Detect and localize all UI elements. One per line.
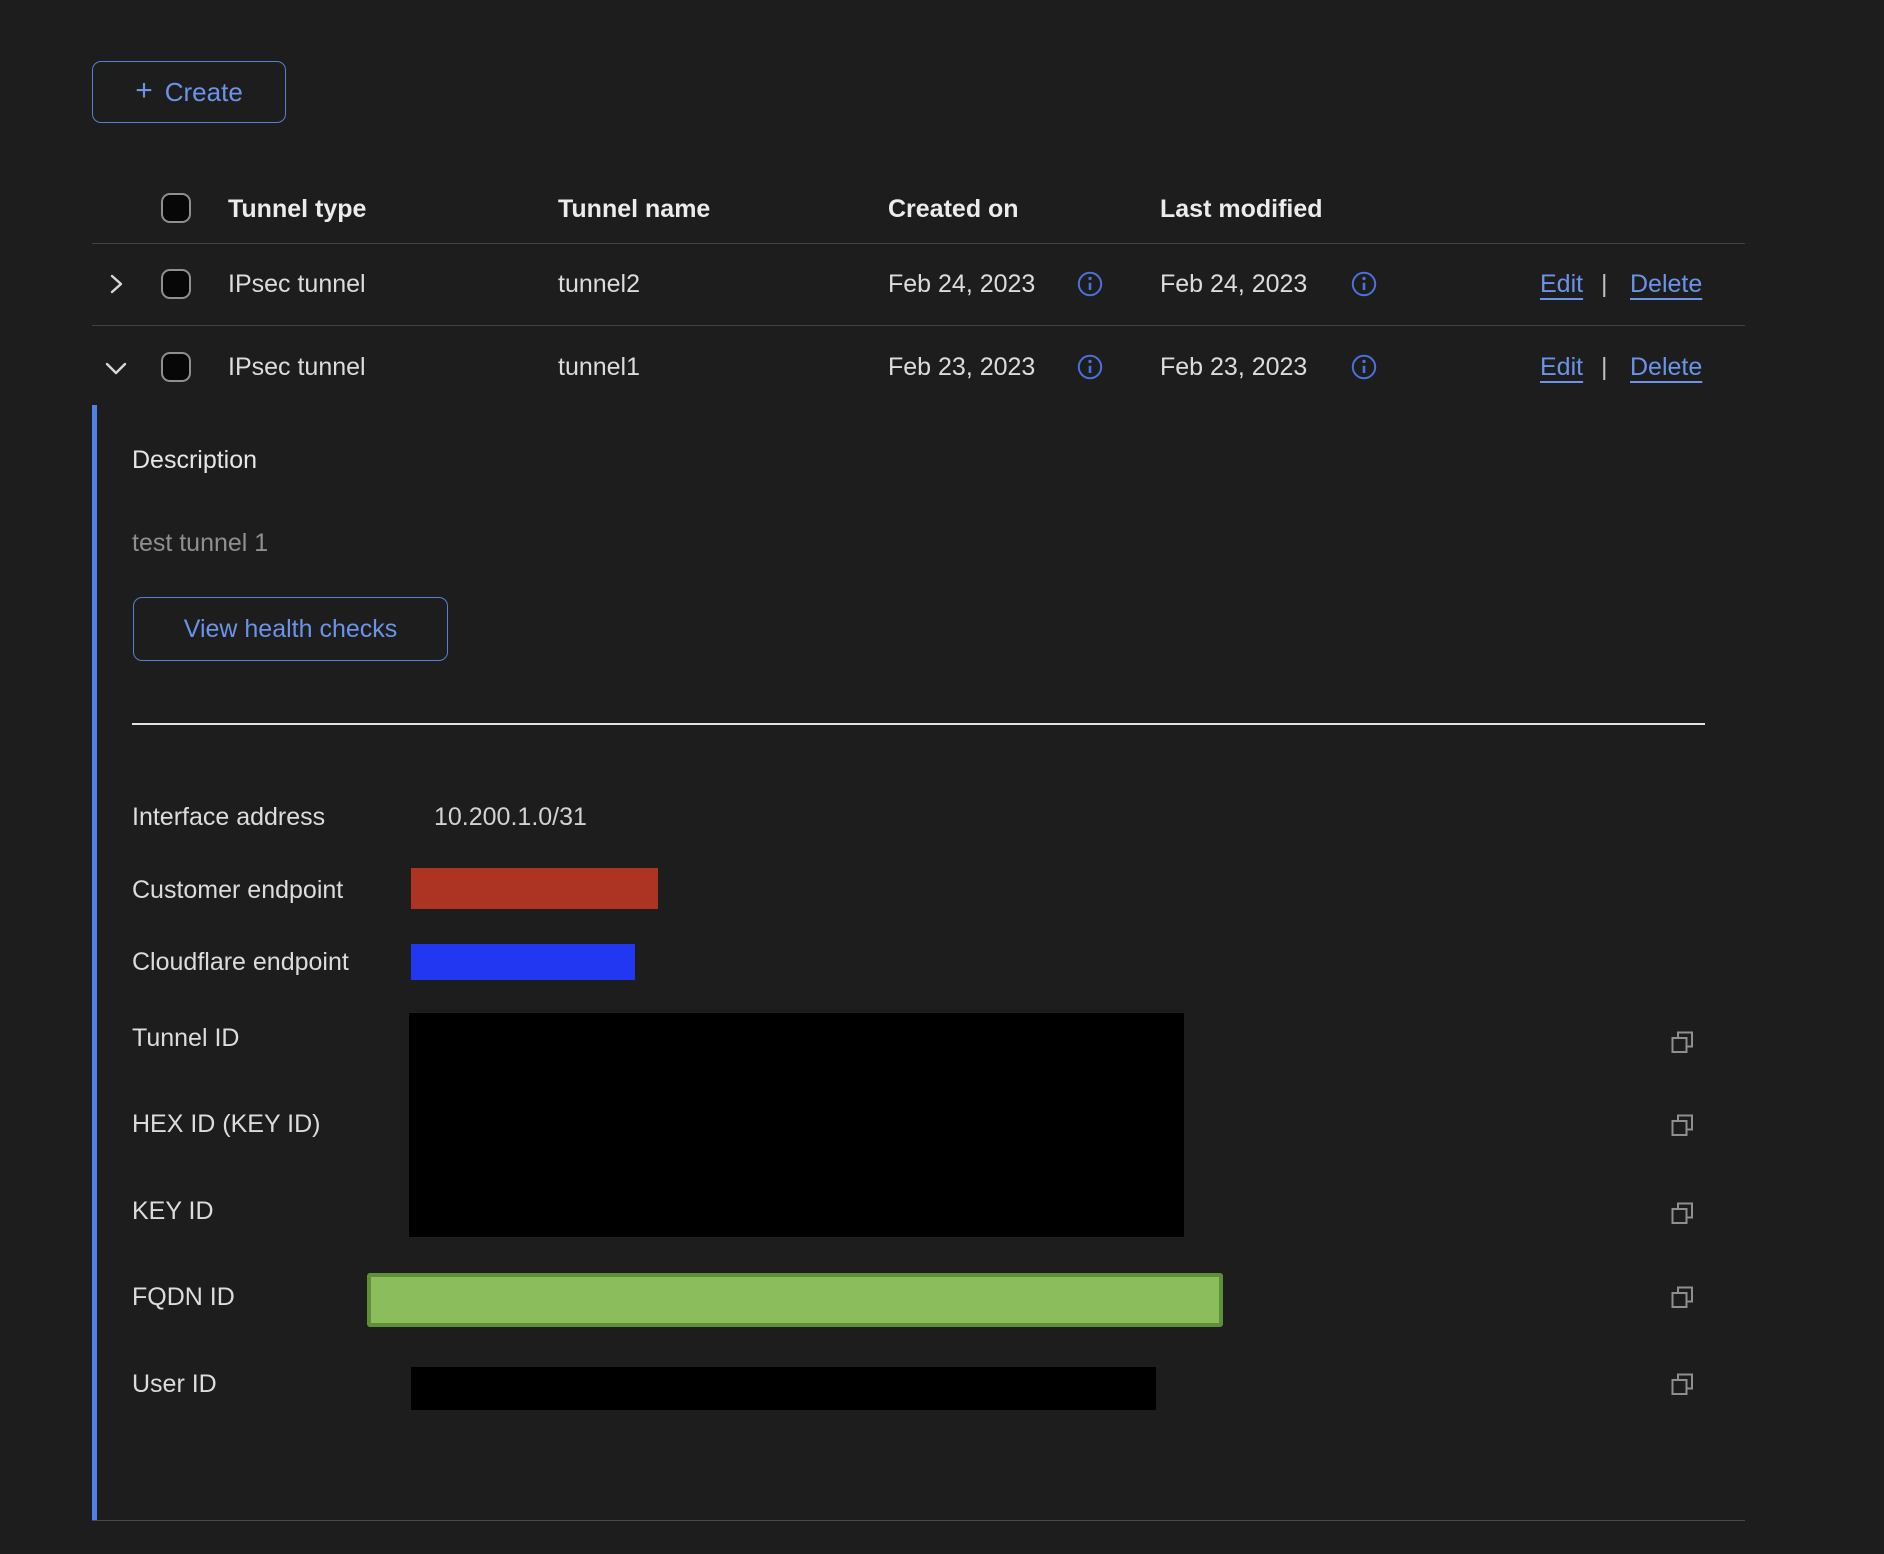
field-label-tunnel-id: Tunnel ID — [132, 1023, 239, 1053]
action-separator: | — [1601, 352, 1608, 382]
description-label: Description — [132, 445, 257, 475]
created-on-info-icon[interactable] — [1077, 354, 1103, 380]
created-on-cell: Feb 24, 2023 — [888, 269, 1035, 299]
field-label-hex-id: HEX ID (KEY ID) — [132, 1109, 320, 1139]
cloudflare-endpoint-redaction — [411, 944, 635, 980]
field-label-fqdn-id: FQDN ID — [132, 1282, 235, 1312]
column-header-tunnel-name: Tunnel name — [558, 194, 710, 224]
copy-hex-id-icon[interactable] — [1669, 1112, 1696, 1139]
select-all-checkbox[interactable] — [161, 193, 191, 223]
column-header-created-on: Created on — [888, 194, 1019, 224]
copy-user-id-icon[interactable] — [1669, 1371, 1696, 1398]
copy-key-id-icon[interactable] — [1669, 1200, 1696, 1227]
field-label-user-id: User ID — [132, 1369, 217, 1399]
edit-link[interactable]: Edit — [1540, 352, 1583, 382]
edit-link[interactable]: Edit — [1540, 269, 1583, 299]
last-modified-info-icon[interactable] — [1351, 271, 1377, 297]
row-checkbox[interactable] — [161, 352, 191, 382]
tunnel-type-cell: IPsec tunnel — [228, 352, 366, 382]
header-divider — [92, 243, 1745, 244]
column-header-tunnel-type: Tunnel type — [228, 194, 366, 224]
delete-link[interactable]: Delete — [1630, 269, 1702, 299]
field-label-cloudflare-endpoint: Cloudflare endpoint — [132, 947, 349, 977]
field-value-interface-address: 10.200.1.0/31 — [434, 802, 587, 832]
tunnel-name-cell: tunnel1 — [558, 352, 640, 382]
copy-fqdn-id-icon[interactable] — [1669, 1284, 1696, 1311]
panel-divider — [132, 723, 1705, 725]
field-label-interface-address: Interface address — [132, 802, 325, 832]
view-health-checks-label: View health checks — [184, 615, 398, 644]
delete-link[interactable]: Delete — [1630, 352, 1702, 382]
tunnels-page: + Create Tunnel type Tunnel name Created… — [0, 0, 1884, 1554]
tunnel-name-cell: tunnel2 — [558, 269, 640, 299]
field-label-customer-endpoint: Customer endpoint — [132, 875, 343, 905]
expand-chevron-right-icon[interactable] — [104, 272, 128, 296]
fqdn-id-redaction — [367, 1273, 1223, 1327]
column-header-last-modified: Last modified — [1160, 194, 1323, 224]
created-on-cell: Feb 23, 2023 — [888, 352, 1035, 382]
create-button-label: Create — [165, 77, 243, 108]
tunnel-type-cell: IPsec tunnel — [228, 269, 366, 299]
last-modified-info-icon[interactable] — [1351, 354, 1377, 380]
copy-tunnel-id-icon[interactable] — [1669, 1029, 1696, 1056]
collapse-chevron-down-icon[interactable] — [103, 355, 129, 381]
plus-icon: + — [135, 76, 153, 106]
description-value: test tunnel 1 — [132, 528, 268, 558]
action-separator: | — [1601, 269, 1608, 299]
view-health-checks-button[interactable]: View health checks — [133, 597, 448, 661]
field-label-key-id: KEY ID — [132, 1196, 214, 1226]
user-id-redaction — [411, 1367, 1156, 1410]
row-divider — [92, 325, 1745, 326]
created-on-info-icon[interactable] — [1077, 271, 1103, 297]
customer-endpoint-redaction — [411, 868, 658, 909]
row-checkbox[interactable] — [161, 269, 191, 299]
tunnel-id-group-redaction — [409, 1013, 1184, 1237]
expanded-panel-accent-bar — [92, 405, 97, 1520]
create-button[interactable]: + Create — [92, 61, 286, 123]
last-modified-cell: Feb 23, 2023 — [1160, 352, 1307, 382]
panel-bottom-divider — [92, 1520, 1745, 1521]
last-modified-cell: Feb 24, 2023 — [1160, 269, 1307, 299]
